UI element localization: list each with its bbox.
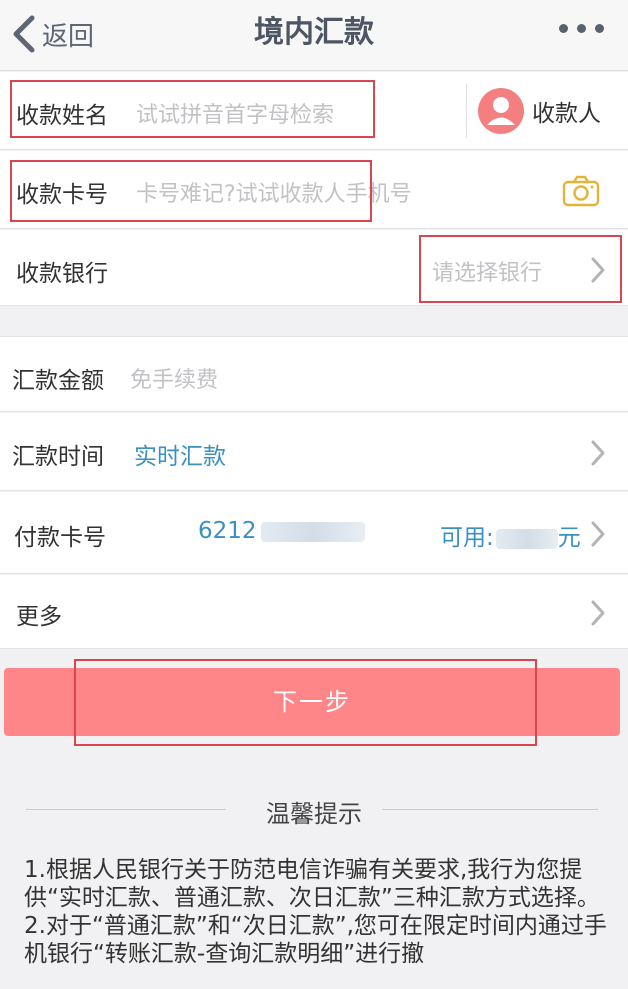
amount-input[interactable]: 免手续费 <box>130 362 218 394</box>
pay-card-prefix: 6212 <box>198 518 257 544</box>
amount-label: 汇款金额 <box>12 368 104 394</box>
amount-row: 汇款金额 免手续费 <box>0 336 628 412</box>
more-dot-icon <box>559 24 568 33</box>
top-bar: 返回 境内汇款 <box>0 0 628 71</box>
chevron-right-icon <box>591 600 605 626</box>
highlight-box <box>10 160 372 222</box>
pay-card-label: 付款卡号 <box>14 525 106 551</box>
select-payee-button[interactable]: 收款人 <box>478 87 601 135</box>
available-unit: 元 <box>557 525 581 551</box>
pay-card-number: 6212 <box>198 518 365 544</box>
masked-balance <box>495 528 558 549</box>
transfer-time-row[interactable]: 汇款时间 实时汇款 <box>0 413 628 491</box>
tips-header: 温馨提示 <box>0 790 628 830</box>
chevron-right-icon <box>591 440 605 466</box>
divider <box>466 84 467 138</box>
highlight-box <box>74 659 537 746</box>
available-balance: 可用: 元 <box>440 518 581 552</box>
highlight-box <box>10 80 375 138</box>
camera-icon[interactable] <box>562 175 600 207</box>
page-title: 境内汇款 <box>254 15 374 50</box>
more-options-row[interactable]: 更多 <box>0 575 628 649</box>
transfer-time-label: 汇款时间 <box>12 444 104 470</box>
available-label: 可用: <box>440 525 494 551</box>
payee-bank-label: 收款银行 <box>16 261 108 287</box>
pay-card-row[interactable]: 付款卡号 6212 可用: 元 <box>0 492 628 574</box>
tips-title: 温馨提示 <box>266 800 362 828</box>
masked-card-digits <box>260 521 365 542</box>
highlight-box <box>419 235 622 303</box>
tip-line: 1.根据人民银行关于防范电信诈骗有关要求,我行为您提供“实时汇款、普通汇款、次日… <box>24 857 600 911</box>
tip-line: 2.对于“普通汇款”和“次日汇款”,您可在限定时间内通过手机银行“转账汇款-查询… <box>24 913 607 967</box>
contact-avatar-icon <box>478 88 524 134</box>
more-dot-icon <box>595 24 604 33</box>
transfer-time-value: 实时汇款 <box>134 444 226 470</box>
more-label: 更多 <box>16 604 62 630</box>
more-dot-icon <box>577 24 586 33</box>
tips-body: 1.根据人民银行关于防范电信诈骗有关要求,我行为您提供“实时汇款、普通汇款、次日… <box>24 856 614 968</box>
more-menu-button[interactable] <box>559 24 604 33</box>
chevron-right-icon <box>591 521 605 547</box>
payee-contact-label: 收款人 <box>532 101 601 127</box>
